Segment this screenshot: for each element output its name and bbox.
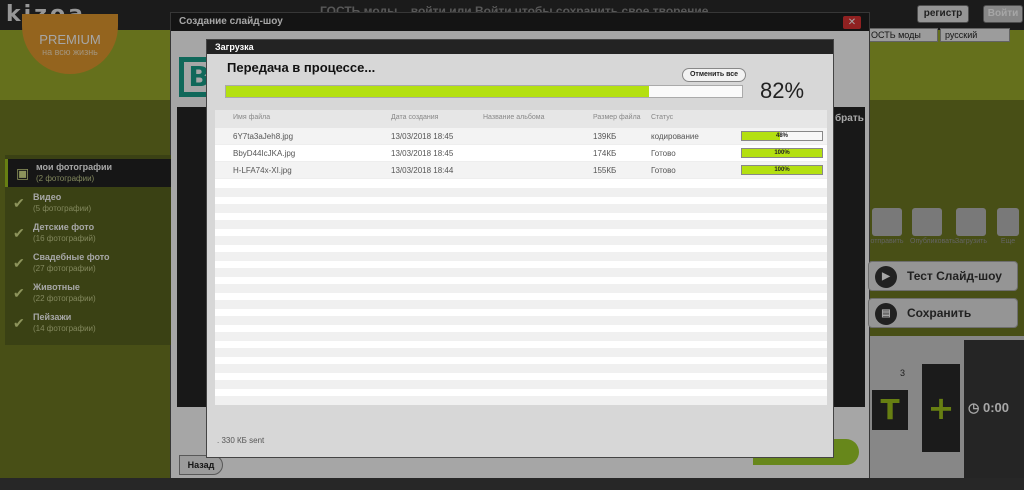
empty-row bbox=[215, 364, 827, 373]
cell-status: кодирование bbox=[651, 132, 699, 141]
cell-status: Готово bbox=[651, 149, 676, 158]
dialog-title: Загрузка bbox=[207, 40, 833, 54]
empty-row bbox=[215, 268, 827, 277]
cell-size: 174КБ bbox=[593, 149, 617, 158]
file-progress-bar: 100% bbox=[741, 148, 823, 158]
file-progress-bar: 48% bbox=[741, 131, 823, 141]
col-filename[interactable]: Имя файла bbox=[233, 114, 270, 121]
progress-fill bbox=[226, 86, 650, 97]
empty-row bbox=[215, 300, 827, 309]
cell-date: 13/03/2018 18:45 bbox=[391, 149, 454, 158]
empty-row bbox=[215, 380, 827, 389]
empty-row bbox=[215, 396, 827, 405]
empty-row bbox=[215, 236, 827, 245]
empty-row bbox=[215, 332, 827, 341]
col-status[interactable]: Статус bbox=[651, 114, 673, 121]
cell-filename: BbyD44IcJKA.jpg bbox=[233, 149, 296, 158]
table-row[interactable]: BbyD44IcJKA.jpg 13/03/2018 18:45 174КБ Гото… bbox=[215, 145, 827, 162]
file-progress-text: 100% bbox=[774, 167, 790, 173]
cell-status: Готово bbox=[651, 166, 676, 175]
col-album[interactable]: Название альбома bbox=[483, 114, 544, 121]
cell-filename: 6Y7ta3aJeh8.jpg bbox=[233, 132, 294, 141]
overall-progress-bar bbox=[225, 85, 743, 98]
col-date[interactable]: Дата создания bbox=[391, 114, 438, 121]
table-row[interactable]: 6Y7ta3aJeh8.jpg 13/03/2018 18:45 139КБ коди… bbox=[215, 128, 827, 145]
cell-filename: H-LFA74x-XI.jpg bbox=[233, 166, 292, 175]
cell-size: 139КБ bbox=[593, 132, 617, 141]
empty-row bbox=[215, 316, 827, 325]
file-progress-text: 100% bbox=[774, 150, 790, 156]
sent-size: . 330 КБ sent bbox=[217, 436, 265, 445]
table-header: Имя файла Дата создания Название альбома… bbox=[215, 110, 827, 128]
empty-row bbox=[215, 252, 827, 261]
empty-row bbox=[215, 188, 827, 197]
col-size[interactable]: Размер файла bbox=[593, 114, 641, 121]
upload-table: Имя файла Дата создания Название альбома… bbox=[215, 110, 827, 405]
transfer-status: Передача в процессе... bbox=[227, 60, 376, 75]
upload-dialog: Загрузка Передача в процессе... Отменить… bbox=[206, 39, 834, 458]
empty-row bbox=[215, 348, 827, 357]
file-progress-text: 48% bbox=[775, 133, 788, 139]
empty-row bbox=[215, 220, 827, 229]
cell-size: 155КБ bbox=[593, 166, 617, 175]
cancel-all-button[interactable]: Отменить все bbox=[682, 68, 746, 82]
cell-date: 13/03/2018 18:45 bbox=[391, 132, 454, 141]
table-row[interactable]: H-LFA74x-XI.jpg 13/03/2018 18:44 155КБ Гото… bbox=[215, 162, 827, 179]
overall-percent: 82% bbox=[760, 78, 805, 103]
empty-row bbox=[215, 204, 827, 213]
empty-row bbox=[215, 284, 827, 293]
cell-date: 13/03/2018 18:44 bbox=[391, 166, 454, 175]
file-progress-bar: 100% bbox=[741, 165, 823, 175]
